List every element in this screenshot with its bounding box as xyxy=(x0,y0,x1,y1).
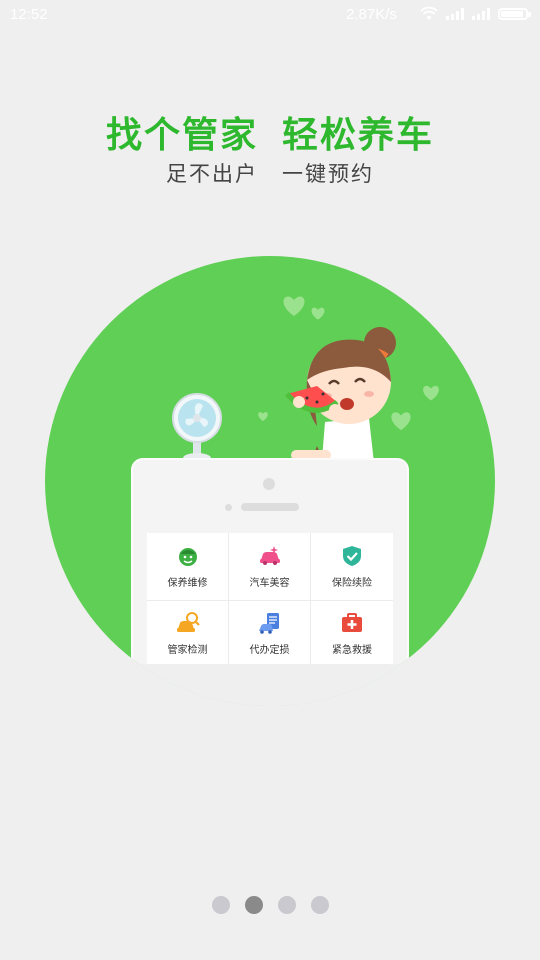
service-emergency-rescue[interactable]: 紧急救援 xyxy=(311,601,393,668)
service-insurance[interactable]: 保险续险 xyxy=(311,533,393,601)
document-car-icon xyxy=(258,613,279,635)
illustration-circle: 保养维修 汽车美容 保险续险 管家检测 代办定损 紧急救援 xyxy=(45,256,495,706)
service-label: 保养维修 xyxy=(167,577,208,589)
status-icons xyxy=(420,7,531,21)
headline: 找个管家 轻松养车 xyxy=(0,106,540,158)
heart-icon xyxy=(258,412,268,422)
heart-icon xyxy=(283,296,305,316)
service-inspection[interactable]: 管家检测 xyxy=(147,600,229,668)
status-time: 12:52 xyxy=(10,6,48,23)
car-wash-icon xyxy=(259,545,280,565)
heart-icon xyxy=(311,307,325,320)
page-dot[interactable] xyxy=(310,896,329,914)
service-label: 紧急救援 xyxy=(332,645,372,657)
heart-icon xyxy=(423,385,439,401)
car-inspection-icon xyxy=(176,612,200,633)
signal-icon xyxy=(472,8,490,20)
shield-check-icon xyxy=(343,545,361,566)
headline-part2: 轻松养车 xyxy=(282,115,435,156)
service-damage-assessment[interactable]: 代办定损 xyxy=(229,600,311,668)
headline-part1: 找个管家 xyxy=(105,115,258,156)
status-bar: 12:52 2.87K/s xyxy=(0,0,540,30)
service-label: 管家检测 xyxy=(167,645,208,657)
service-car-beauty[interactable]: 汽车美容 xyxy=(229,533,311,601)
wifi-icon xyxy=(420,7,438,20)
page-dot[interactable] xyxy=(244,896,263,914)
service-label: 保险续险 xyxy=(332,577,372,589)
phone-sensor xyxy=(225,504,232,511)
page-dot[interactable] xyxy=(277,896,296,914)
page-indicator xyxy=(0,896,540,914)
subline-part2: 一键预约 xyxy=(282,162,374,186)
battery-icon xyxy=(498,8,531,20)
service-maintenance[interactable]: 保养维修 xyxy=(147,533,229,601)
subheadline: 足不出户 一键预约 xyxy=(0,158,540,188)
first-aid-icon xyxy=(342,613,362,633)
fan-illustration xyxy=(172,393,222,463)
signal-icon xyxy=(446,8,464,20)
service-label: 代办定损 xyxy=(249,645,290,657)
mechanic-icon xyxy=(178,547,197,566)
phone-camera xyxy=(263,478,275,490)
service-grid: 保养维修 汽车美容 保险续险 管家检测 代办定损 紧急救援 xyxy=(147,533,393,668)
phone-speaker xyxy=(241,503,299,511)
network-speed: 2.87K/s xyxy=(346,6,397,23)
service-label: 汽车美容 xyxy=(249,577,290,589)
battery-level xyxy=(501,11,523,17)
subline-part1: 足不出户 xyxy=(166,162,258,186)
girl-illustration xyxy=(285,327,396,472)
illustration-floor xyxy=(45,664,495,706)
page-dot[interactable] xyxy=(211,896,230,914)
